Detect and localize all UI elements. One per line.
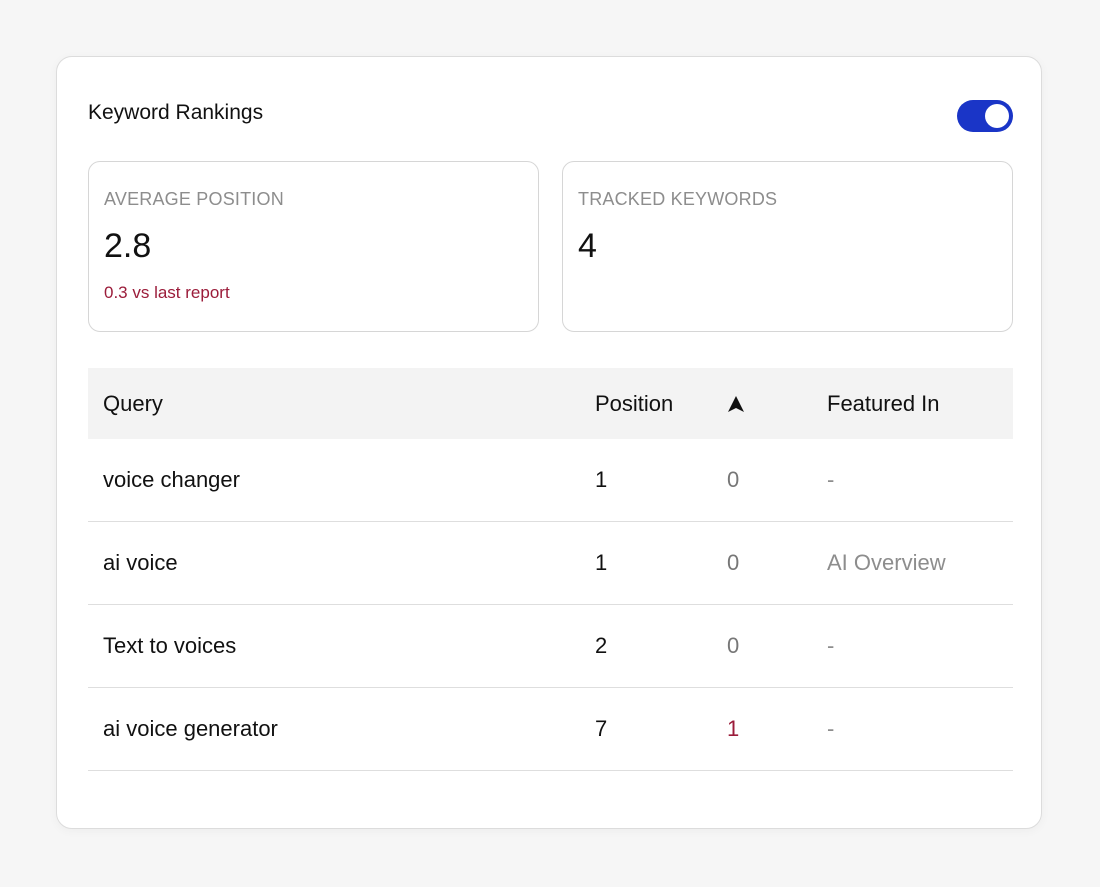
table-row: ai voice generator 7 1 - [88, 688, 1013, 771]
row-query: voice changer [103, 467, 240, 492]
header-query[interactable]: Query [103, 391, 163, 417]
row-featured-in: - [827, 633, 835, 658]
table-row: Text to voices 2 0 - [88, 605, 1013, 688]
row-delta: 0 [727, 550, 740, 575]
table-header: Query Position Featured In [88, 368, 1013, 439]
average-position-label: AVERAGE POSITION [104, 189, 284, 209]
row-featured-in: - [827, 716, 835, 741]
tracked-keywords-card: TRACKED KEYWORDS 4 [562, 161, 1013, 332]
row-featured-in: - [827, 467, 835, 492]
row-position: 1 [595, 550, 608, 575]
row-query: Text to voices [103, 633, 237, 658]
average-position-card: AVERAGE POSITION 2.8 0.3 vs last report [88, 161, 539, 332]
header-featured-in[interactable]: Featured In [827, 391, 940, 417]
tracked-keywords-label: TRACKED KEYWORDS [578, 189, 778, 209]
row-position: 2 [595, 633, 608, 658]
keyword-table: Query Position Featured In voice changer… [88, 368, 1013, 771]
toggle-knob [985, 104, 1009, 128]
average-position-delta: 0.3 vs last report [104, 283, 230, 302]
row-query: ai voice [103, 550, 178, 575]
header-position[interactable]: Position [595, 391, 673, 417]
row-delta: 0 [727, 467, 740, 492]
card-title: Keyword Rankings [88, 101, 264, 124]
keyword-rankings-card: Keyword Rankings AVERAGE POSITION 2.8 0.… [56, 56, 1042, 829]
visibility-toggle[interactable] [957, 100, 1013, 132]
row-position: 1 [595, 467, 608, 492]
table-row: voice changer 1 0 - [88, 439, 1013, 522]
table-row: ai voice 1 0 AI Overview [88, 522, 1013, 605]
average-position-value: 2.8 [104, 227, 152, 265]
row-position: 7 [595, 716, 608, 741]
tracked-keywords-value: 4 [578, 227, 597, 265]
row-query: ai voice generator [103, 716, 278, 741]
row-delta: 0 [727, 633, 740, 658]
row-featured-in: AI Overview [827, 550, 946, 575]
row-delta: 1 [727, 716, 740, 741]
triangle-up-icon[interactable] [727, 395, 745, 413]
